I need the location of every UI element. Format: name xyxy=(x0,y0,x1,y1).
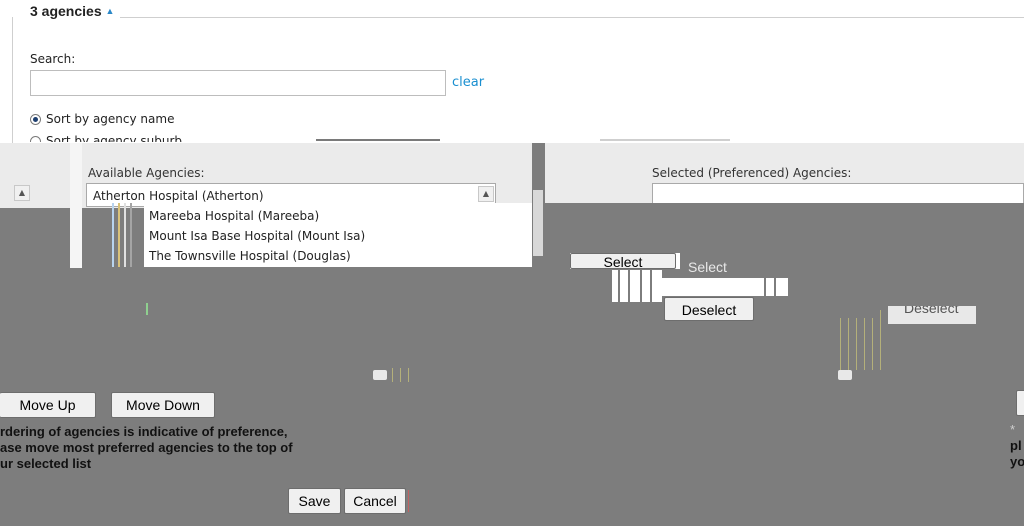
header-title-text: 3 agencies xyxy=(30,3,102,19)
glitch-stripe xyxy=(130,203,132,267)
glitch-stripe xyxy=(618,270,620,302)
right-note-line2: pl xyxy=(1010,438,1022,453)
scroll-up-icon[interactable]: ▲ xyxy=(478,186,494,202)
right-note-line3: yo xyxy=(1010,454,1024,469)
scrollbar-track[interactable] xyxy=(533,190,543,256)
clear-link[interactable]: clear xyxy=(452,75,484,90)
glitch-stripe xyxy=(650,270,652,302)
select-ghost-label: Select xyxy=(688,259,727,275)
select-button[interactable]: Select xyxy=(570,253,676,269)
glitch-stripe xyxy=(408,368,409,382)
preference-note: rdering of agencies is indicative of pre… xyxy=(0,424,293,472)
list-item[interactable]: Mareeba Hospital (Mareeba) xyxy=(149,209,319,223)
resize-grip-icon[interactable] xyxy=(373,370,387,380)
caret-up-icon: ▲ xyxy=(105,6,115,16)
right-button-fragment[interactable] xyxy=(1016,390,1024,416)
glitch-stripe xyxy=(872,318,873,370)
glitch-stripe xyxy=(774,278,776,318)
glitch-stripe xyxy=(864,318,865,370)
glitch-stripe xyxy=(118,203,120,267)
glitch-line xyxy=(316,139,440,141)
glitch-stripe xyxy=(848,318,849,370)
sort-name-radio[interactable] xyxy=(30,114,41,125)
note-line-3: ur selected list xyxy=(0,456,92,471)
selected-label: Selected (Preferenced) Agencies: xyxy=(652,166,852,180)
glitch-stripe xyxy=(124,203,126,267)
deselect-label: Deselect xyxy=(681,302,737,318)
sort-by-suburb-option[interactable]: Sort by agency suburb xyxy=(30,134,230,142)
cancel-label: Cancel xyxy=(353,493,397,509)
glitch-stripe xyxy=(400,368,401,382)
button-ghost-strip xyxy=(662,278,788,296)
panel-strip xyxy=(0,143,80,208)
glitch-stripe xyxy=(392,368,393,382)
sort-suburb-label: Sort by agency suburb xyxy=(46,134,183,142)
glitch-stripe xyxy=(856,318,857,370)
deselect-ghost: Deselect xyxy=(888,306,976,324)
glitch-stripe xyxy=(840,318,841,370)
cancel-button[interactable]: Cancel xyxy=(344,488,406,514)
resize-grip-icon[interactable] xyxy=(838,370,852,380)
sort-suburb-radio[interactable] xyxy=(30,136,41,142)
right-note-fragment: * pl yo xyxy=(1010,422,1024,470)
move-up-label: Move Up xyxy=(19,397,76,413)
select-label: Select xyxy=(603,254,643,269)
glitch-stripe xyxy=(408,490,409,512)
glitch-stripe xyxy=(880,310,881,370)
glitch-stripe xyxy=(640,270,642,302)
right-note-mark: * xyxy=(1010,422,1016,437)
selected-listbox[interactable] xyxy=(652,183,1024,203)
note-line-1: rdering of agencies is indicative of pre… xyxy=(0,424,288,439)
move-up-button[interactable]: Move Up xyxy=(0,392,96,418)
header-divider xyxy=(120,17,1024,18)
list-item[interactable]: Mount Isa Base Hospital (Mount Isa) xyxy=(149,229,365,243)
search-input[interactable] xyxy=(30,70,446,96)
glitch-stripe xyxy=(628,270,630,302)
panel-strip xyxy=(70,143,82,268)
deselect-button[interactable]: Deselect xyxy=(664,297,754,321)
move-down-button[interactable]: Move Down xyxy=(111,392,215,418)
glitch-stripe xyxy=(112,203,114,267)
header-title[interactable]: 3 agencies ▲ xyxy=(30,3,114,19)
section-left-border xyxy=(12,17,13,147)
deselect-ghost-label: Deselect xyxy=(904,306,959,316)
list-item[interactable]: The Townsville Hospital (Douglas) xyxy=(149,249,351,263)
save-label: Save xyxy=(298,493,331,509)
glitch-line xyxy=(600,139,730,141)
scroll-up-icon[interactable]: ▲ xyxy=(14,185,30,201)
glitch-stripe xyxy=(146,303,148,315)
sort-name-label: Sort by agency name xyxy=(46,112,175,126)
search-label: Search: xyxy=(30,52,76,66)
note-line-2: ase move most preferred agencies to the … xyxy=(0,440,293,455)
available-label: Available Agencies: xyxy=(88,166,205,180)
glitch-stripe xyxy=(764,278,766,318)
save-button[interactable]: Save xyxy=(288,488,341,514)
move-down-label: Move Down xyxy=(126,397,200,413)
